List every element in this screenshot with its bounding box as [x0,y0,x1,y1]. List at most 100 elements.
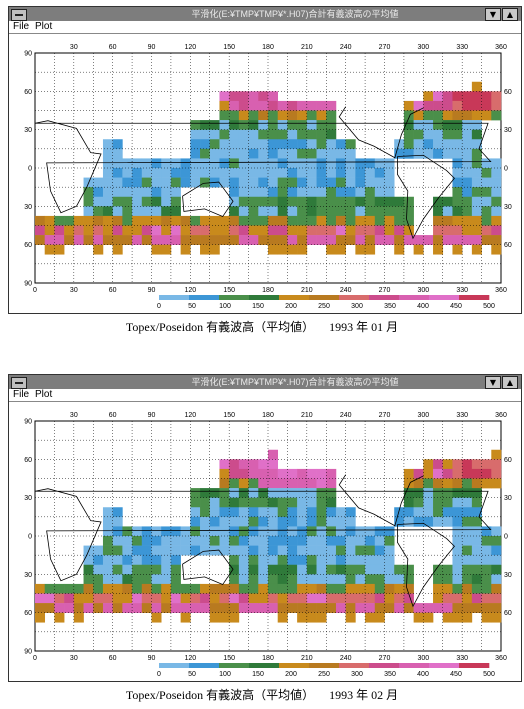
wave-height-cell [277,215,288,226]
wave-height-cell [433,574,444,585]
system-menu-button[interactable] [11,377,27,389]
wave-height-cell [112,215,123,226]
wave-height-cell [481,545,492,556]
wave-height-cell [403,215,414,226]
system-menu-button[interactable] [11,9,27,21]
wave-height-cell [248,110,259,121]
top-axis-tick-label: 60 [109,44,117,51]
wave-height-cell [209,158,220,169]
wave-height-cell [335,526,346,537]
title-bar[interactable]: 平滑化(E:¥TMP¥TMP¥*.H07)合計有義波高の平均値 ▼ ▲ [9,7,521,21]
wave-height-cell [277,168,288,178]
wave-height-cell [102,536,113,546]
wave-height-cell [180,177,191,188]
wave-height-cell [374,545,385,556]
menu-file[interactable]: File [13,389,29,401]
wave-height-cell [365,555,376,566]
wave-height-cell [219,583,230,594]
wave-height-cell [151,536,162,546]
wave-height-cell [384,196,395,207]
wave-height-cell [122,583,133,594]
menu-plot[interactable]: Plot [35,389,52,401]
wave-height-cell [423,603,434,613]
wave-height-cell [471,536,482,546]
wave-height-cell [209,215,220,226]
wave-height-cell [102,526,113,537]
wave-height-cell [306,583,317,594]
wave-height-cell [326,536,337,546]
color-scale-tick-label: 100 [219,303,231,310]
wave-height-cell [229,526,240,537]
wave-height-cell [132,235,143,245]
wave-height-cell [287,120,298,130]
wave-height-cell [248,91,259,102]
color-scale-swatch [339,663,370,668]
title-bar[interactable]: 平滑化(E:¥TMP¥TMP¥*.H07)合計有義波高の平均値 ▼ ▲ [9,375,521,389]
wave-height-cell [141,215,152,226]
wave-height-cell [355,555,366,566]
wave-height-cell [452,555,463,566]
top-axis-tick-label: 60 [109,412,117,419]
wave-height-cell [335,536,346,546]
wave-height-cell [277,129,288,140]
wave-height-cell [365,244,376,255]
wave-height-cell [462,574,473,585]
wave-height-cell [268,603,279,613]
wave-height-cell [35,215,46,226]
wave-height-cell [122,603,133,613]
menu-plot[interactable]: Plot [35,21,52,33]
wave-height-cell [287,110,298,121]
wave-height-cell [423,612,434,623]
wave-height-cell [345,555,356,566]
wave-height-cell [93,564,104,575]
wave-height-cell [462,536,473,546]
wave-height-cell [452,536,463,546]
wave-height-cell [73,612,84,623]
wave-height-cell [122,536,133,546]
color-scale-swatch [219,295,250,300]
wave-height-cell [335,158,346,169]
minimize-button[interactable]: ▼ [485,376,501,389]
wave-height-cell [413,148,424,159]
wave-height-cell [112,526,123,537]
wave-height-cell [54,593,65,604]
wave-height-cell [44,593,55,604]
wave-height-cell [112,168,123,178]
wave-height-cell [481,612,492,623]
wave-height-cell [112,545,123,556]
wave-height-cell [200,139,211,150]
wave-height-cell [112,516,123,527]
wave-height-cell [248,120,259,130]
wave-height-cell [238,488,249,498]
wave-height-cell [355,177,366,188]
wave-height-cell [258,526,269,537]
maximize-button[interactable]: ▲ [502,376,518,389]
wave-height-cell [452,120,463,130]
wave-height-cell [248,235,259,245]
wave-height-cell [403,129,414,140]
wave-height-cell [413,488,424,498]
wave-height-cell [491,545,502,556]
wave-height-cell [491,187,502,198]
color-scale-tick-label: 500 [483,303,495,310]
minimize-button[interactable]: ▼ [485,8,501,21]
wave-height-cell [268,574,279,585]
wave-height-cell [326,168,337,178]
wave-height-cell [452,603,463,613]
wave-height-cell [190,507,201,518]
figure-caption: Topex/Poseidon 有義波高（平均値） 1993 年 02 月 [0,686,524,703]
color-scale-tick-label: 150 [252,671,264,678]
wave-height-cell [277,507,288,518]
wave-height-cell [365,612,376,623]
color-scale-tick-label: 500 [483,671,495,678]
wave-height-cell [238,478,249,489]
wave-height-cell [112,187,123,198]
wave-height-cell [258,187,269,198]
wave-height-cell [491,100,502,111]
menu-file[interactable]: File [13,21,29,33]
wave-height-cell [316,148,327,159]
wave-height-cell [287,545,298,556]
wave-height-cell [64,235,75,245]
maximize-button[interactable]: ▲ [502,8,518,21]
wave-height-cell [306,168,317,178]
